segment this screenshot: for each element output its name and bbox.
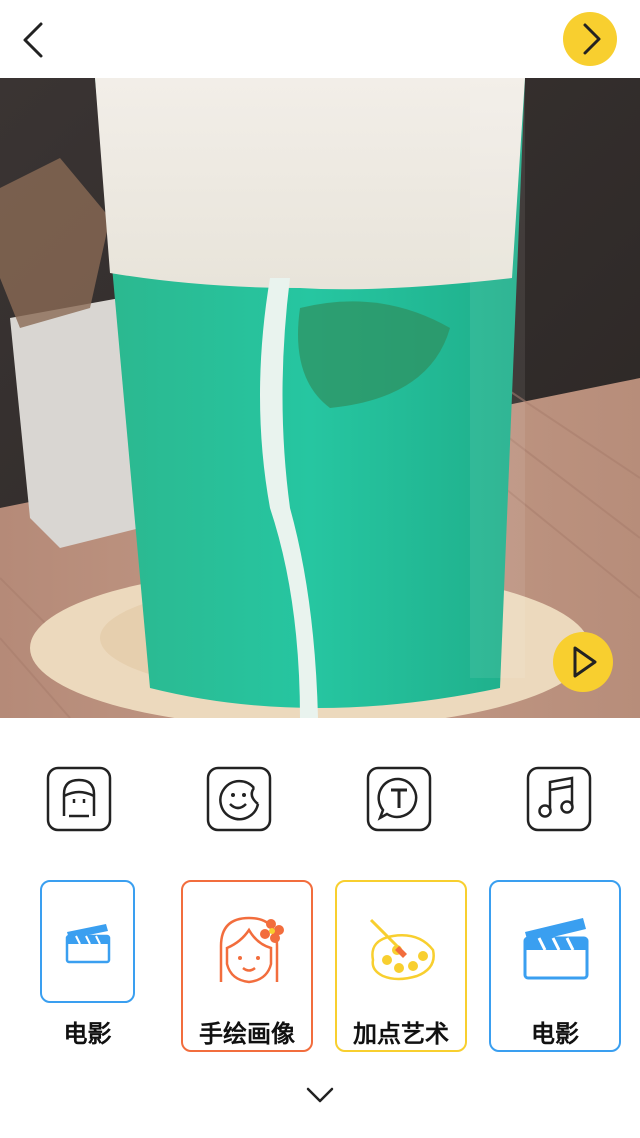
text-bubble-icon <box>366 766 432 832</box>
play-icon <box>573 646 597 678</box>
chevron-down-icon <box>306 1087 334 1103</box>
sticker-icon <box>206 766 272 832</box>
effect-label: 加点艺术 <box>353 1020 449 1048</box>
top-bar <box>0 0 640 78</box>
palette-icon <box>369 918 435 981</box>
clapperboard-icon <box>523 918 589 980</box>
face-portrait-icon <box>46 766 112 832</box>
effect-card-movie-2[interactable]: 电影 <box>489 880 621 1052</box>
music-note-icon <box>526 766 592 832</box>
effect-card-hand-drawn-portrait[interactable]: 手绘画像 <box>181 880 313 1052</box>
play-button[interactable] <box>553 632 613 692</box>
next-button[interactable] <box>563 12 617 66</box>
collapse-button[interactable] <box>300 1080 340 1110</box>
effect-label: 手绘画像 <box>199 1020 295 1048</box>
photo-preview[interactable] <box>0 78 640 718</box>
effect-label: 电影 <box>63 1020 112 1048</box>
effect-label: 电影 <box>531 1020 579 1048</box>
drink-photo <box>0 78 640 718</box>
tool-sticker[interactable] <box>206 766 272 832</box>
effect-card-add-art[interactable]: 加点艺术 <box>335 880 467 1052</box>
back-button[interactable] <box>14 18 54 62</box>
tool-music[interactable] <box>526 766 592 832</box>
chevron-left-icon <box>23 22 43 58</box>
tool-text[interactable] <box>366 766 432 832</box>
clapperboard-icon <box>65 924 111 964</box>
chevron-right-icon <box>583 23 601 55</box>
effect-card-movie-1[interactable] <box>40 880 135 1003</box>
girl-portrait-icon <box>219 916 284 984</box>
tool-face-portrait[interactable] <box>46 766 112 832</box>
